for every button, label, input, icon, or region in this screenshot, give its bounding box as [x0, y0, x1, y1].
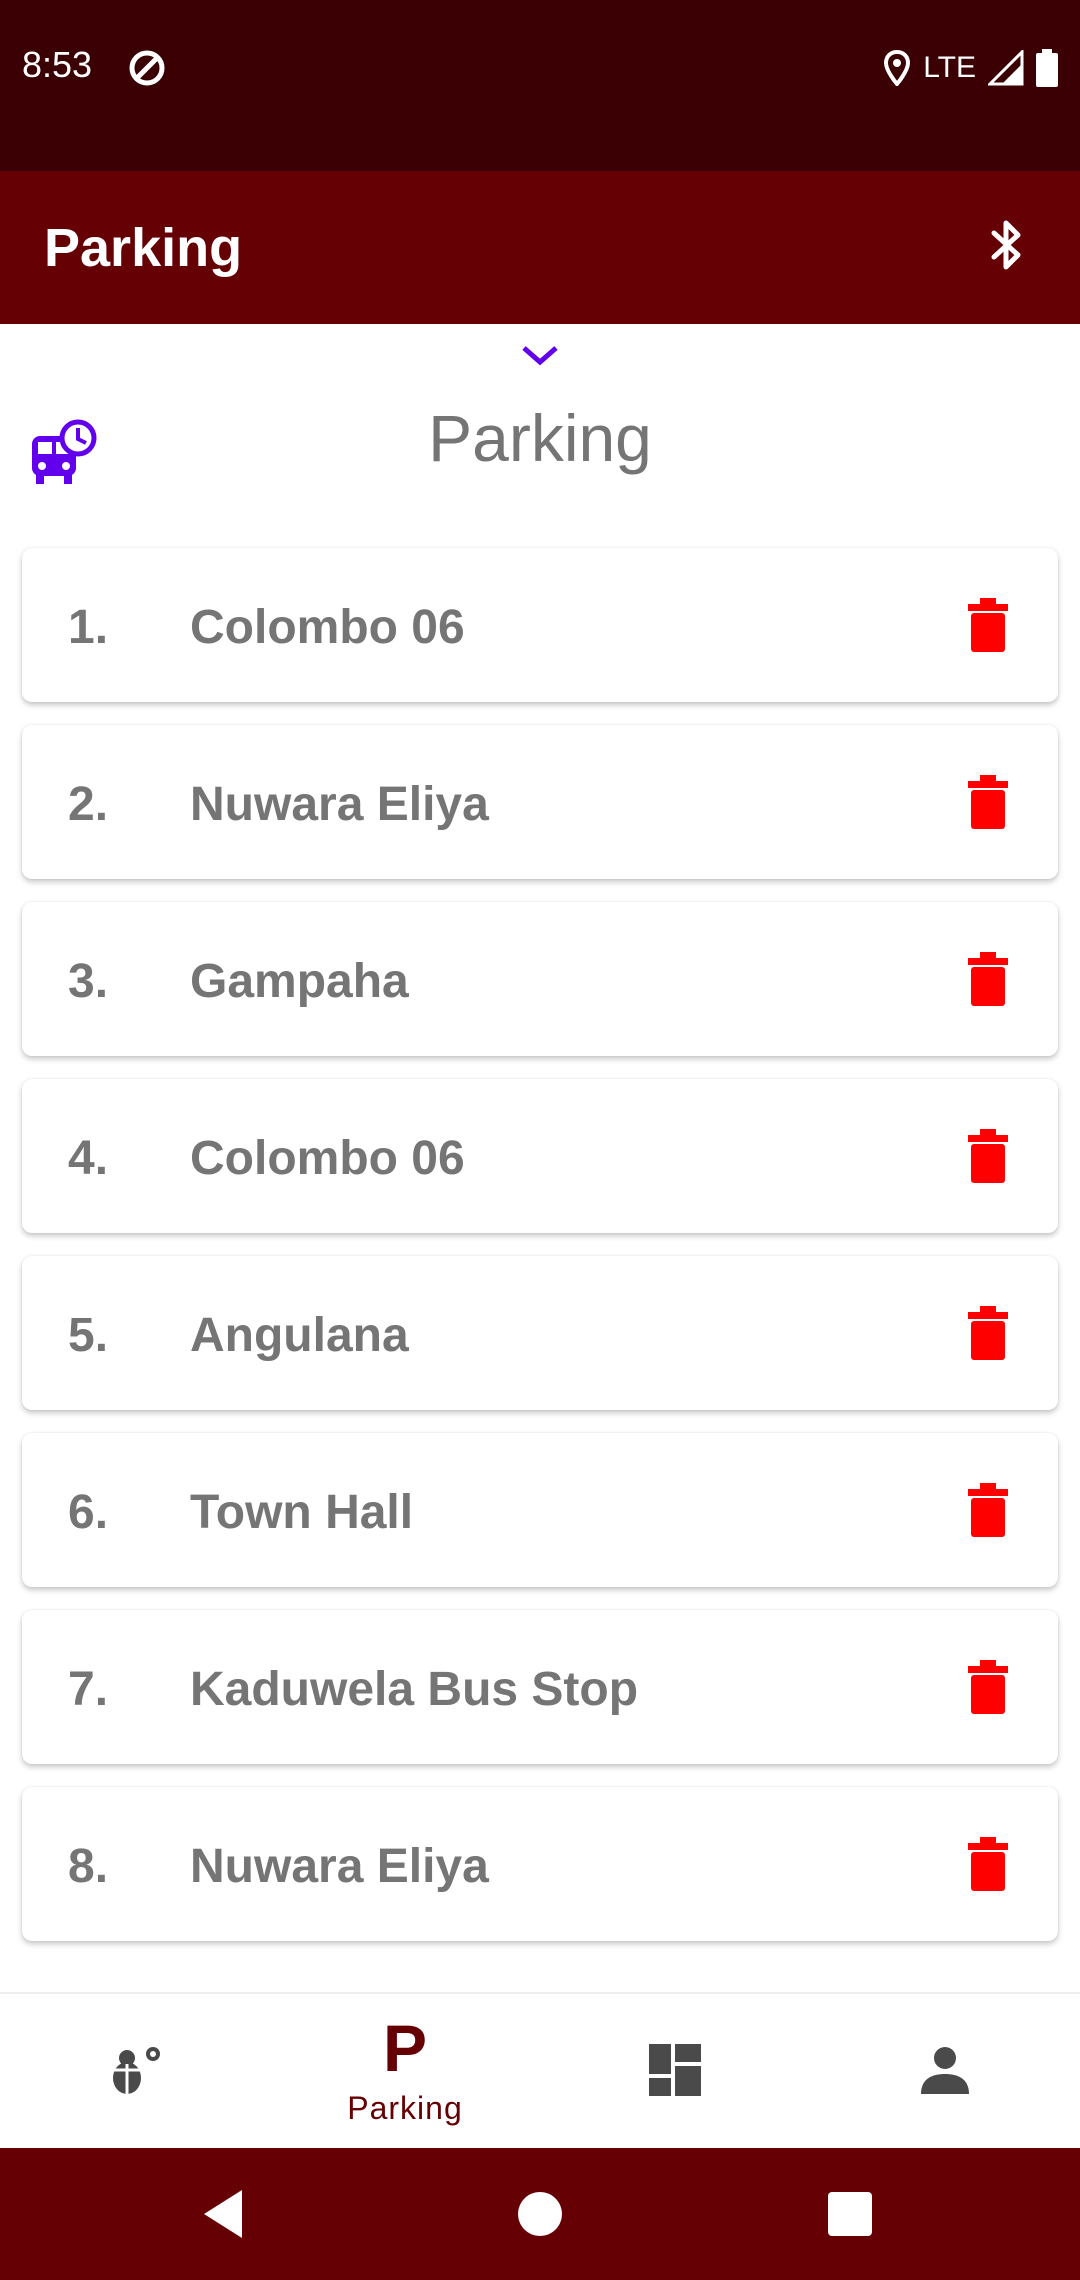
item-name: Colombo 06 — [190, 601, 465, 654]
nav-item-parking[interactable]: P Parking — [270, 1994, 540, 2150]
item-name: Gampaha — [190, 955, 409, 1008]
bluetooth-icon[interactable] — [976, 215, 1036, 275]
delete-icon[interactable] — [968, 1837, 1008, 1891]
delete-icon[interactable] — [968, 1129, 1008, 1183]
back-icon[interactable] — [198, 2186, 254, 2242]
status-time: 8:53 — [22, 44, 93, 85]
battery-icon — [1036, 49, 1058, 87]
delete-icon[interactable] — [968, 1660, 1008, 1714]
delete-icon[interactable] — [968, 952, 1008, 1006]
parking-list-item[interactable]: 6. Town Hall — [22, 1433, 1058, 1587]
item-name: Colombo 06 — [190, 1132, 465, 1185]
app-bar-title: Parking — [44, 218, 243, 278]
status-icons: LTE — [883, 46, 1058, 90]
parking-list-item[interactable]: 7. Kaduwela Bus Stop — [22, 1610, 1058, 1764]
status-bar: 8:53 LTE — [0, 0, 1080, 171]
parking-list: 1. Colombo 06 2. Nuwara Eliya 3. Gampaha… — [22, 548, 1058, 1964]
item-index: 4. — [68, 1132, 109, 1185]
parking-list-item[interactable]: 8. Nuwara Eliya — [22, 1787, 1058, 1941]
item-index: 1. — [68, 601, 109, 654]
network-type: LTE — [923, 51, 976, 84]
delete-icon[interactable] — [968, 1306, 1008, 1360]
item-index: 7. — [68, 1663, 109, 1716]
delete-icon[interactable] — [968, 775, 1008, 829]
dnd-icon — [129, 50, 165, 86]
parking-list-item[interactable]: 2. Nuwara Eliya — [22, 725, 1058, 879]
item-index: 5. — [68, 1309, 109, 1362]
item-index: 3. — [68, 955, 109, 1008]
item-name: Angulana — [190, 1309, 409, 1362]
item-name: Kaduwela Bus Stop — [190, 1663, 639, 1716]
nav-item-profile[interactable] — [810, 1994, 1080, 2150]
bottom-nav: P Parking — [0, 1992, 1080, 2148]
signal-icon — [988, 50, 1024, 86]
nav-item-bugs[interactable] — [0, 1994, 270, 2150]
item-index: 6. — [68, 1486, 109, 1539]
section-title: Parking — [428, 401, 652, 475]
item-index: 2. — [68, 778, 109, 831]
person-icon — [921, 2047, 969, 2094]
item-index: 8. — [68, 1840, 109, 1893]
parking-list-item[interactable]: 5. Angulana — [22, 1256, 1058, 1410]
parking-list-item[interactable]: 4. Colombo 06 — [22, 1079, 1058, 1233]
system-nav-bar — [0, 2148, 1080, 2280]
app-bar: Parking — [0, 171, 1080, 324]
chevron-down-icon[interactable] — [520, 342, 560, 368]
bug-icon — [111, 2047, 160, 2094]
home-icon[interactable] — [512, 2186, 568, 2242]
item-name: Nuwara Eliya — [190, 778, 489, 831]
location-icon — [884, 50, 911, 86]
item-name: Town Hall — [190, 1486, 414, 1539]
nav-label-parking: Parking — [347, 2090, 463, 2126]
recents-icon[interactable] — [822, 2186, 878, 2242]
parking-list-item[interactable]: 3. Gampaha — [22, 902, 1058, 1056]
item-name: Nuwara Eliya — [190, 1840, 489, 1893]
delete-icon[interactable] — [968, 598, 1008, 652]
parking-icon: P — [382, 2011, 428, 2085]
parking-list-item[interactable]: 1. Colombo 06 — [22, 548, 1058, 702]
dashboard-icon — [649, 2044, 701, 2096]
delete-icon[interactable] — [968, 1483, 1008, 1537]
nav-item-dashboard[interactable] — [540, 1994, 810, 2150]
